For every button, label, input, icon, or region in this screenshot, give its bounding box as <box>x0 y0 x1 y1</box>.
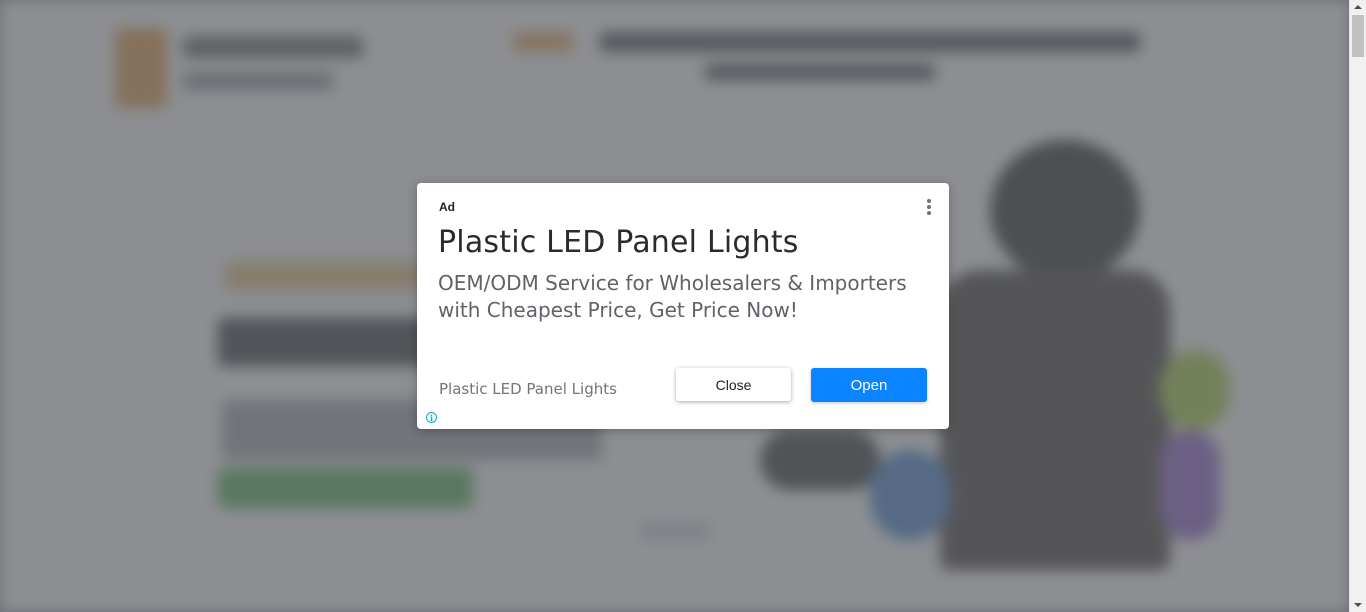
info-icon[interactable]: i <box>426 412 437 423</box>
scroll-down-arrow-icon[interactable] <box>1350 598 1366 612</box>
ad-dialog: Ad Plastic LED Panel Lights OEM/ODM Serv… <box>417 183 949 429</box>
page-scrollbar[interactable] <box>1349 0 1366 612</box>
ad-description[interactable]: OEM/ODM Service for Wholesalers & Import… <box>438 270 928 324</box>
scroll-up-arrow-icon[interactable] <box>1350 0 1366 14</box>
scrollbar-thumb[interactable] <box>1352 15 1364 57</box>
ad-badge: Ad <box>439 200 455 214</box>
more-vert-icon[interactable] <box>921 197 937 217</box>
open-button[interactable]: Open <box>811 368 927 402</box>
close-button[interactable]: Close <box>676 368 791 401</box>
ad-title[interactable]: Plastic LED Panel Lights <box>438 225 928 260</box>
ad-advertiser[interactable]: Plastic LED Panel Lights <box>439 380 617 398</box>
